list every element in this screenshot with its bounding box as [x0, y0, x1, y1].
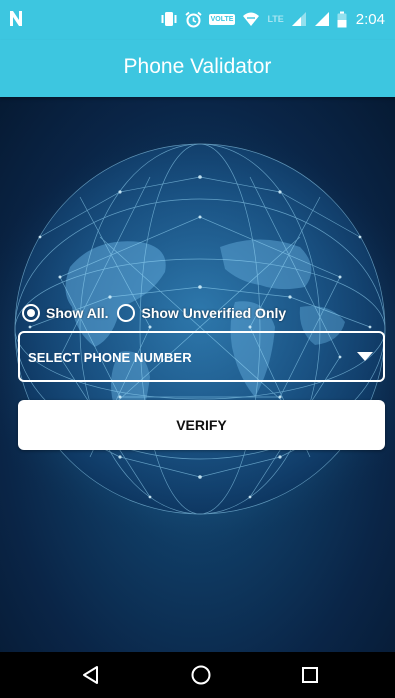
- app-title: Phone Validator: [123, 55, 272, 78]
- signal-icon: [291, 11, 307, 27]
- back-icon[interactable]: [79, 663, 103, 687]
- status-bar: VOLTE LTE 2:04: [0, 0, 395, 40]
- clock: 2:04: [355, 10, 385, 28]
- app-screen: VOLTE LTE 2:04 Phone Validator Show All.…: [0, 0, 395, 698]
- lte-label: LTE: [267, 14, 284, 24]
- vibrate-icon: [160, 11, 178, 27]
- battery-icon: [337, 11, 347, 28]
- radio-show-all[interactable]: [22, 304, 40, 322]
- radio-show-unverified[interactable]: [117, 304, 136, 322]
- wifi-icon: [242, 11, 260, 27]
- recents-icon[interactable]: [298, 663, 322, 687]
- home-icon[interactable]: [189, 663, 213, 687]
- phone-number-select[interactable]: SELECT PHONE NUMBER: [18, 331, 385, 382]
- verify-button-label: VERIFY: [176, 417, 227, 433]
- volte-icon: VOLTE: [208, 13, 236, 25]
- verify-button[interactable]: VERIFY: [18, 400, 385, 450]
- filter-radio-group: Show All. Show Unverified Only: [22, 302, 286, 324]
- radio-show-unverified-label[interactable]: Show Unverified Only: [141, 305, 286, 321]
- navigation-bar: [0, 652, 395, 698]
- app-bar: Phone Validator: [0, 40, 395, 97]
- dropdown-arrow-icon: [357, 352, 373, 361]
- alarm-icon: [185, 11, 202, 28]
- signal-icon: [314, 11, 330, 27]
- status-icons: VOLTE LTE 2:04: [160, 8, 385, 30]
- n-notification-icon: [8, 8, 28, 30]
- phone-number-select-value: SELECT PHONE NUMBER: [28, 350, 192, 365]
- radio-show-all-label[interactable]: Show All.: [46, 305, 108, 321]
